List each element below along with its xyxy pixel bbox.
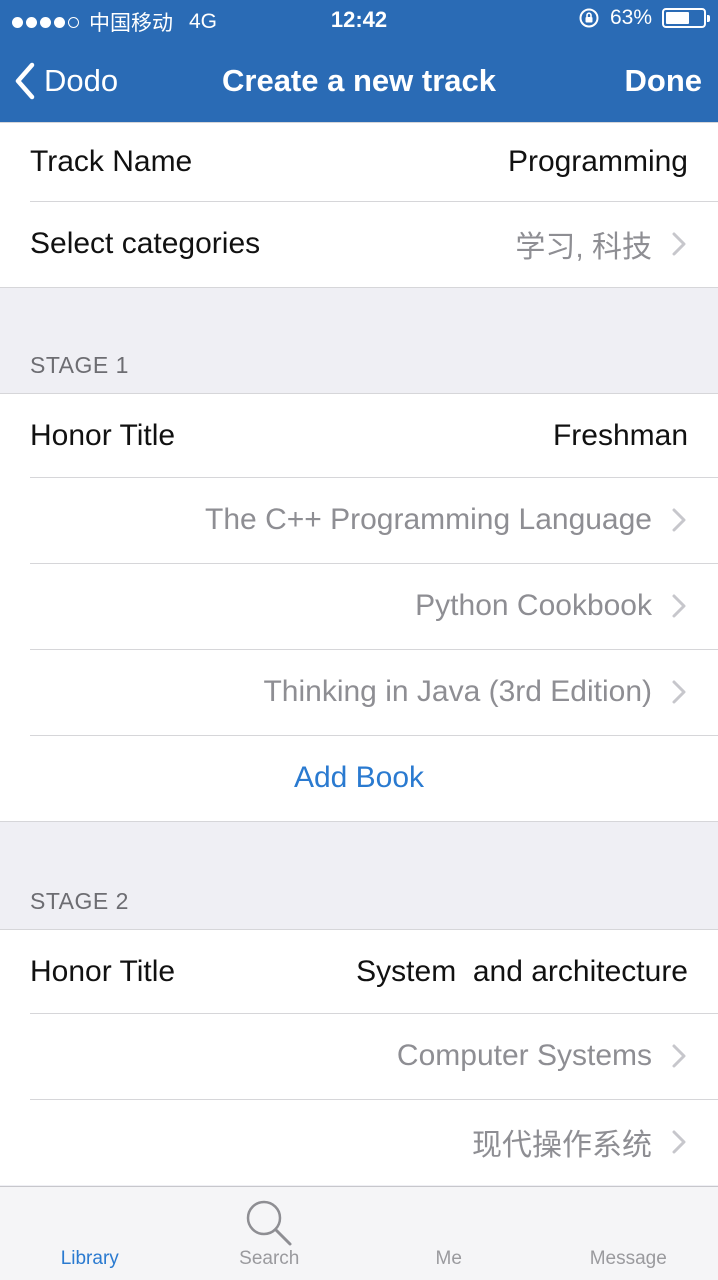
chevron-right-icon xyxy=(672,1130,686,1154)
book-row[interactable]: 现代操作系统 xyxy=(0,1099,718,1185)
tab-library[interactable]: Library xyxy=(0,1187,180,1280)
add-book-button[interactable]: Add Book xyxy=(294,761,424,795)
chevron-right-icon xyxy=(672,680,686,704)
tab-search-label: Search xyxy=(239,1248,300,1269)
stage-2-honor-row[interactable]: Honor Title System and architecture xyxy=(0,930,718,1013)
book-row[interactable]: Thinking in Java (3rd Edition) xyxy=(0,649,718,735)
book-row[interactable]: Computer Systems xyxy=(0,1013,718,1099)
stage-1-header: STAGE 1 xyxy=(30,352,129,378)
stage-1-group: Honor Title Freshman The C++ Programming… xyxy=(0,393,718,822)
chevron-right-icon xyxy=(672,594,686,618)
book-title: The C++ Programming Language xyxy=(205,503,652,536)
top-bar: 中国移动 4G 12:42 63% Dodo Create a new trac… xyxy=(0,0,718,123)
track-name-value[interactable]: Programming xyxy=(508,145,688,179)
tab-bar: Library Search Me Message xyxy=(0,1186,718,1280)
tab-search[interactable]: Search xyxy=(180,1187,360,1280)
track-name-label: Track Name xyxy=(30,145,193,178)
tab-me[interactable]: Me xyxy=(359,1187,539,1280)
categories-value: 学习, 科技 xyxy=(515,231,652,264)
stage-2-header: STAGE 2 xyxy=(30,888,129,914)
page-title: Create a new track xyxy=(222,63,496,98)
orientation-lock-icon xyxy=(579,8,599,28)
tab-message[interactable]: Message xyxy=(539,1187,718,1280)
add-book-row[interactable]: Add Book xyxy=(0,735,718,821)
book-row[interactable]: Python Cookbook xyxy=(0,563,718,649)
chevron-right-icon xyxy=(672,232,686,256)
search-icon xyxy=(247,1200,292,1246)
select-categories-label: Select categories xyxy=(30,227,261,260)
navigation-bar: Dodo Create a new track Done xyxy=(0,40,718,123)
select-categories-row[interactable]: Select categories 学习, 科技 xyxy=(0,201,718,287)
stage-1-honor-row[interactable]: Honor Title Freshman xyxy=(0,394,718,477)
honor-title-value[interactable]: Freshman xyxy=(553,419,688,453)
track-name-row[interactable]: Track Name Programming xyxy=(0,123,718,201)
book-title: Python Cookbook xyxy=(415,589,652,622)
status-bar: 中国移动 4G 12:42 63% xyxy=(0,0,718,40)
battery-icon xyxy=(662,8,710,28)
done-button[interactable]: Done xyxy=(625,63,703,99)
chevron-right-icon xyxy=(672,1044,686,1068)
stage-2-group: Honor Title System and architecture Comp… xyxy=(0,929,718,1185)
screen: 中国移动 4G 12:42 63% Dodo Create a new trac… xyxy=(0,0,718,1280)
tab-message-label: Message xyxy=(589,1248,667,1269)
chevron-right-icon xyxy=(672,508,686,532)
honor-title-label: Honor Title xyxy=(30,418,176,452)
tab-library-label: Library xyxy=(60,1248,119,1269)
honor-title-label: Honor Title xyxy=(30,954,176,988)
track-info-group: Track Name Programming Select categories… xyxy=(0,122,718,288)
honor-title-value[interactable]: System and architecture xyxy=(356,955,688,989)
book-row[interactable]: The C++ Programming Language xyxy=(0,477,718,563)
tab-me-label: Me xyxy=(435,1248,462,1269)
battery-percent: 63% xyxy=(609,6,652,29)
book-title: Computer Systems xyxy=(396,1039,652,1072)
book-title: 现代操作系统 xyxy=(472,1129,652,1162)
book-title: Thinking in Java (3rd Edition) xyxy=(263,675,652,708)
